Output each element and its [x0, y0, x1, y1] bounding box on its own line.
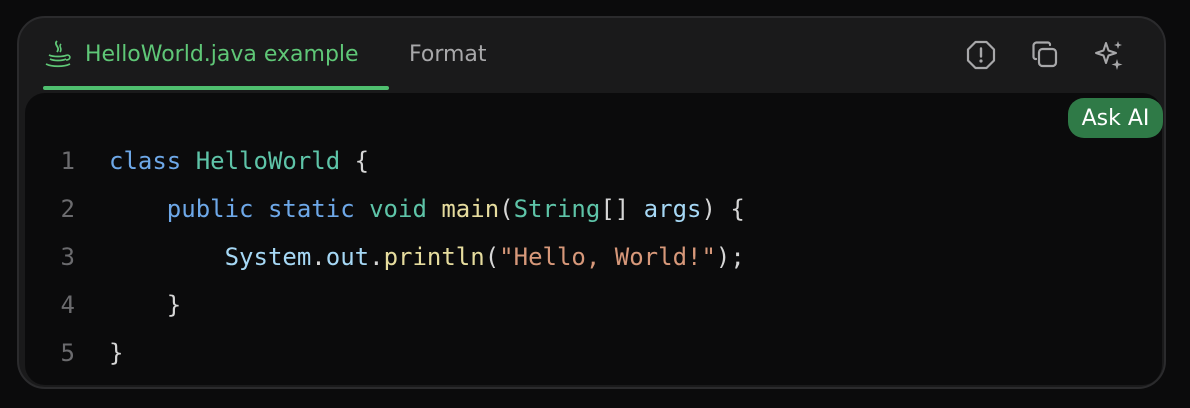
tab-helloworld-java[interactable]: HelloWorld.java example	[43, 18, 389, 90]
code-token-type: String	[513, 195, 601, 223]
code-token-type: void	[369, 195, 427, 223]
code-token-brace: {	[730, 195, 745, 223]
line-number: 3	[60, 243, 75, 271]
ask-ai-tooltip: Ask AI	[1068, 98, 1163, 138]
sparkle-icon	[1092, 38, 1126, 72]
active-tab-indicator	[43, 86, 389, 90]
code-token-keyword: static	[267, 195, 355, 223]
report-icon	[965, 39, 997, 71]
code-token-keyword: class	[109, 147, 182, 175]
code-token-brace: {	[354, 147, 370, 175]
code-card: HelloWorld.java example Format 1 class H…	[17, 16, 1166, 389]
code-token-brace: }	[109, 339, 124, 367]
copy-icon	[1029, 39, 1061, 71]
code-header: HelloWorld.java example Format	[19, 18, 1164, 90]
code-line-5: 5}	[25, 333, 124, 373]
code-token-class: HelloWorld	[195, 147, 341, 175]
code-token-dot: .	[311, 243, 326, 271]
code-token-brace: }	[166, 291, 182, 319]
code-line-3: 3 System. out. println("Hello, World!");	[25, 237, 745, 277]
line-number: 4	[60, 291, 75, 319]
line-number: 1	[60, 147, 75, 175]
code-token-keyword: public	[166, 195, 254, 223]
code-token-brackets: []	[600, 195, 630, 223]
copy-button[interactable]	[1026, 36, 1064, 74]
report-button[interactable]	[962, 36, 1000, 74]
header-actions	[962, 36, 1128, 74]
code-token-string: "Hello, World!"	[499, 243, 716, 271]
code-token-paren: )	[701, 195, 716, 223]
code-line-1: 1 class HelloWorld {	[25, 141, 370, 181]
tab-label: HelloWorld.java example	[85, 41, 359, 67]
line-number: 2	[60, 195, 75, 223]
ask-ai-button[interactable]	[1090, 36, 1128, 74]
line-number: 5	[60, 339, 75, 367]
code-token-paren: );	[715, 243, 745, 271]
code-token-function: main	[441, 195, 500, 223]
code-token-object: System	[224, 243, 312, 271]
code-token-paren: (	[484, 243, 500, 271]
code-token-dot: .	[369, 243, 384, 271]
code-line-4: 4 }	[25, 285, 182, 325]
code-token-field: out	[325, 243, 370, 271]
code-token-function: println	[383, 243, 485, 271]
code-block[interactable]: 1 class HelloWorld { 2 public static void…	[25, 93, 1162, 385]
java-icon	[43, 38, 73, 70]
code-token-paren: (	[499, 195, 514, 223]
code-token-param: args	[643, 195, 702, 223]
tab-format[interactable]: Format	[409, 18, 487, 90]
code-line-2: 2 public static void main(String[] args)…	[25, 189, 745, 229]
